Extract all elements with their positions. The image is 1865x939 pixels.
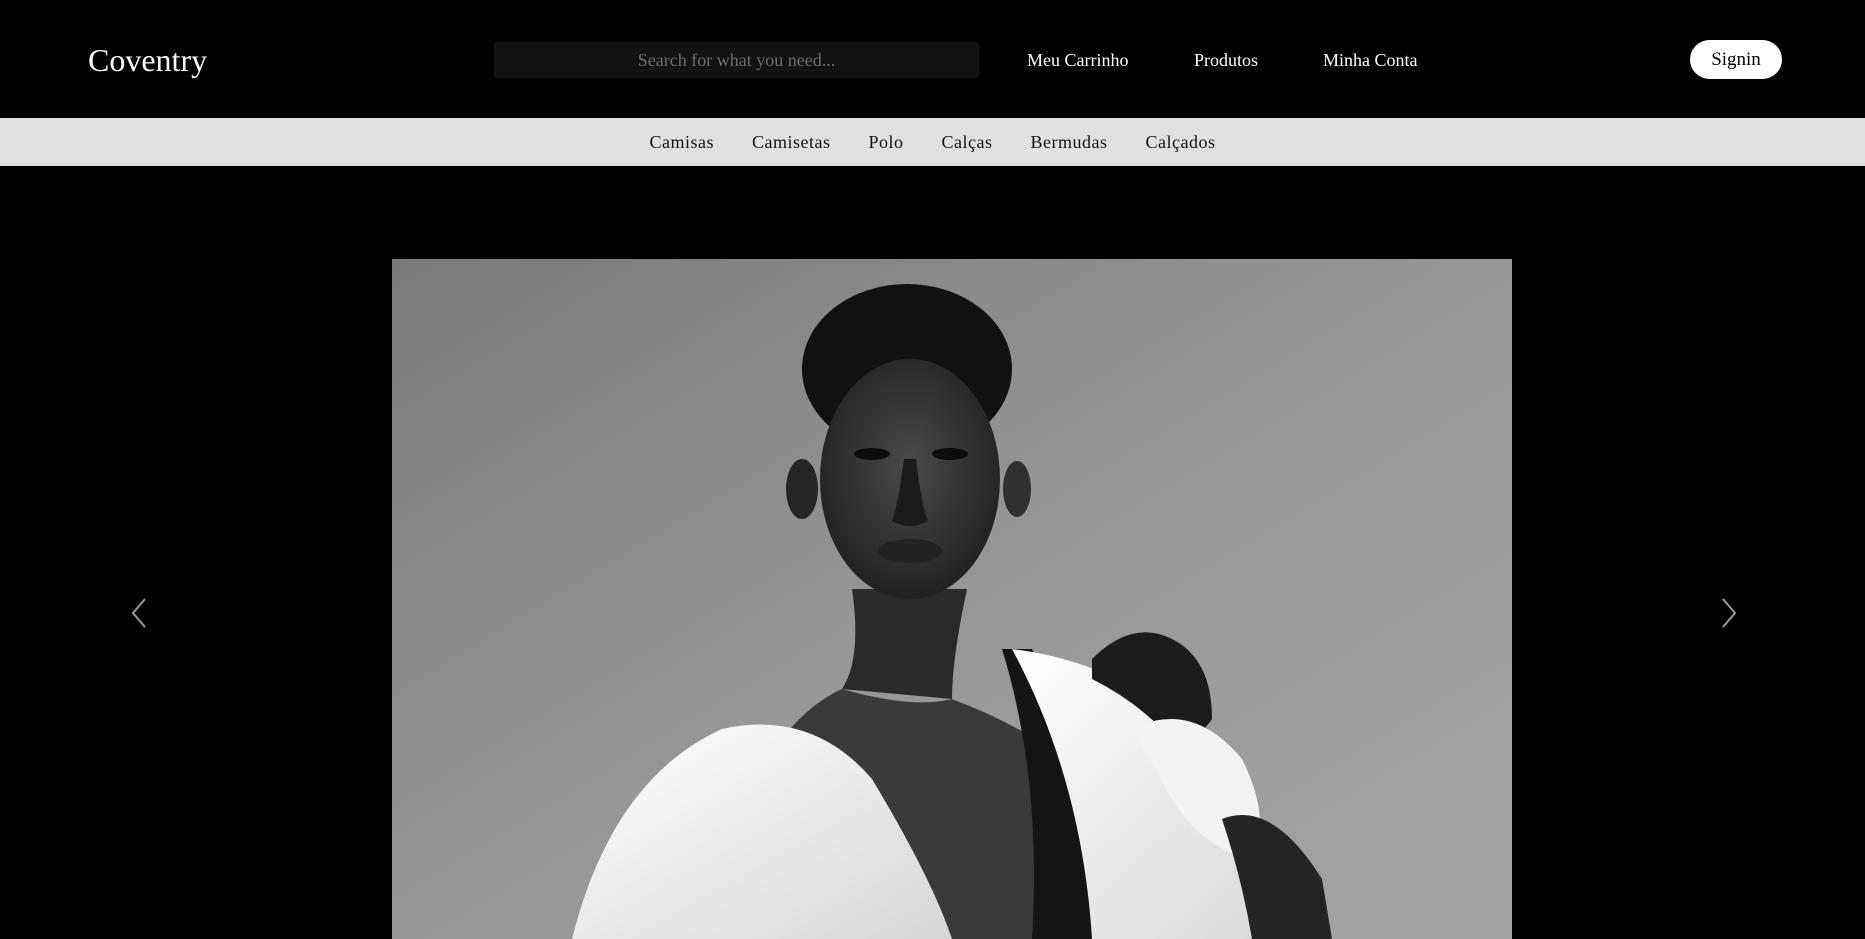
nav-link-account[interactable]: Minha Conta xyxy=(1323,48,1418,72)
category-calcas[interactable]: Calças xyxy=(942,132,993,153)
hero-carousel xyxy=(0,166,1865,939)
brand-logo[interactable]: Coventry xyxy=(88,38,207,82)
hero-image xyxy=(392,259,1512,939)
chevron-left-icon[interactable] xyxy=(125,593,155,633)
nav-link-products[interactable]: Produtos xyxy=(1194,48,1258,72)
search-input[interactable] xyxy=(494,42,979,78)
category-polo[interactable]: Polo xyxy=(869,132,904,153)
nav-link-cart[interactable]: Meu Carrinho xyxy=(1027,48,1128,72)
category-camisetas[interactable]: Camisetas xyxy=(752,132,831,153)
signin-button[interactable]: Signin xyxy=(1690,40,1782,79)
chevron-right-icon[interactable] xyxy=(1713,593,1743,633)
category-bar: Camisas Camisetas Polo Calças Bermudas C… xyxy=(0,118,1865,166)
category-calcados[interactable]: Calçados xyxy=(1146,132,1216,153)
category-bermudas[interactable]: Bermudas xyxy=(1031,132,1108,153)
top-header: Coventry Meu Carrinho Produtos Minha Con… xyxy=(0,0,1865,118)
category-camisas[interactable]: Camisas xyxy=(650,132,715,153)
